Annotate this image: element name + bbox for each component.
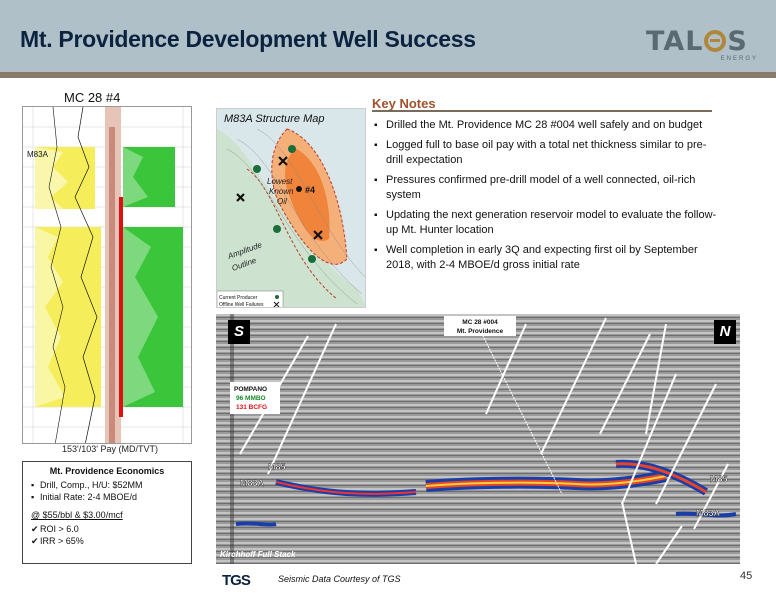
tgs-logo: TGS — [222, 572, 251, 589]
economics-bullets: Drill, Comp., H/U: $52MM Initial Rate: 2… — [31, 479, 183, 503]
page-number: 45 — [740, 570, 753, 582]
pompano-gas: 131 BCFG — [236, 404, 267, 411]
map-legend-failures: Offline Well Failures — [219, 302, 264, 308]
key-note-item: Drilled the Mt. Providence MC 28 #004 we… — [374, 118, 719, 134]
economics-price-line: @ $55/bbl & $3.00/mcf — [31, 510, 123, 520]
economics-bullet: Drill, Comp., H/U: $52MM — [31, 479, 183, 491]
map-label-known: Known — [269, 187, 294, 196]
seismic-credit: Seismic Data Courtesy of TGS — [278, 574, 401, 584]
economics-checks: ROI > 6.0 IRR > 65% — [31, 523, 183, 547]
map-well-label: #4 — [305, 185, 315, 195]
seismic-well-label-2: Mt. Providence — [457, 328, 504, 335]
well-log-title: MC 28 #4 — [64, 90, 121, 105]
horizon-m83a-left: M83A — [240, 478, 265, 488]
well-log-caption: 153'/103' Pay (MD/TVT) — [62, 444, 158, 454]
economics-check: ROI > 6.0 — [31, 523, 183, 535]
pompano-oil: 96 MMBO — [236, 395, 266, 402]
pompano-name: POMPANO — [234, 386, 267, 393]
well-log-graphic: M83A — [23, 107, 191, 443]
seismic-well-label-1: MC 28 #004 — [462, 319, 498, 326]
map-label-lowest: Lowest — [267, 177, 293, 186]
structure-map: Lowest Known Oil #4 Amplitude Outline Cu… — [216, 108, 366, 308]
horizon-m85-left: M85 — [268, 462, 286, 472]
seismic-graphic: MC 28 #004 Mt. Providence POMPANO 96 MMB… — [216, 314, 740, 564]
economics-box: Mt. Providence Economics Drill, Comp., H… — [22, 461, 192, 564]
economics-check: IRR > 65% — [31, 535, 183, 547]
seismic-north-marker: N — [714, 320, 736, 344]
logo-o-icon — [704, 30, 727, 52]
structure-map-graphic: Lowest Known Oil #4 Amplitude Outline Cu… — [217, 128, 365, 308]
horizon-m85-right: M85 — [710, 474, 728, 484]
key-notes-heading: Key Notes — [372, 96, 436, 111]
log-zone-label: M83A — [27, 150, 49, 159]
page-title: Mt. Providence Development Well Success — [20, 26, 476, 52]
economics-title: Mt. Providence Economics — [49, 466, 165, 476]
economics-bullet: Initial Rate: 2-4 MBOE/d — [31, 491, 183, 503]
seismic-caption: Kirchhoff Full Stack — [220, 550, 296, 559]
well-log-image: M83A — [22, 106, 192, 444]
key-note-item: Well completion in early 3Q and expectin… — [374, 243, 719, 274]
seismic-section: MC 28 #004 Mt. Providence POMPANO 96 MMB… — [216, 314, 740, 564]
talos-logo: TAL S ENERGY — [646, 26, 766, 66]
key-notes-list: Drilled the Mt. Providence MC 28 #004 we… — [374, 118, 719, 278]
map-legend-producer: Current Producer — [219, 295, 258, 301]
key-note-item: Logged full to base oil pay with a total… — [374, 138, 719, 169]
horizon-m83a-right: M83A — [696, 508, 721, 518]
key-note-item: Pressures confirmed pre-drill model of a… — [374, 173, 719, 204]
logo-text: TAL — [646, 26, 704, 57]
logo-text-end: S — [727, 26, 748, 57]
header-divider — [0, 72, 776, 78]
map-title: M83A Structure Map — [224, 113, 325, 125]
logo-subtitle: ENERGY — [720, 56, 758, 62]
map-label-oil: Oil — [277, 197, 287, 206]
seismic-south-marker: S — [228, 320, 250, 344]
key-notes-rule — [372, 110, 712, 112]
key-note-item: Updating the next generation reservoir m… — [374, 208, 719, 239]
